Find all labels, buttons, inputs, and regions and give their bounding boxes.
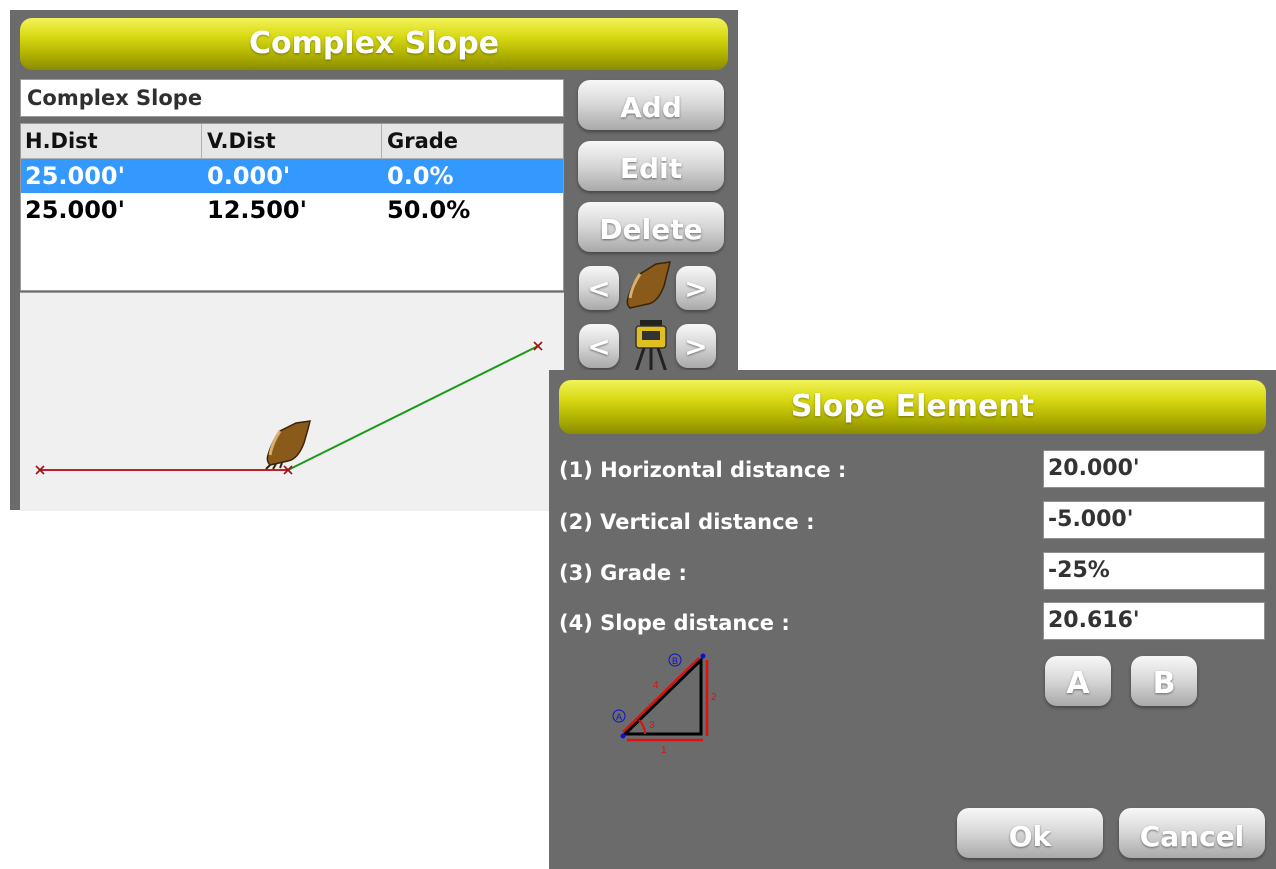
excavator-bucket-icon xyxy=(626,261,671,309)
triangle-outline xyxy=(621,656,703,736)
ok-button[interactable]: Ok xyxy=(957,808,1103,858)
column-header-grade[interactable]: Grade xyxy=(387,124,458,158)
slope-profile-drawing xyxy=(35,341,543,475)
vertical-distance-field[interactable]: -5.000' xyxy=(1043,501,1265,539)
add-button[interactable]: Add xyxy=(578,80,724,130)
horizontal-distance-field[interactable]: 20.000' xyxy=(1043,450,1265,488)
bucket-next-button[interactable]: > xyxy=(676,266,716,310)
column-header-v-dist[interactable]: V.Dist xyxy=(207,124,276,158)
cell-h-dist: 25.000' xyxy=(25,196,125,224)
slope-distance-field[interactable]: 20.616' xyxy=(1043,602,1265,640)
cell-grade: 50.0% xyxy=(387,196,471,224)
slope-name-field[interactable]: Complex Slope xyxy=(20,79,564,117)
table-header: H.Dist V.Dist Grade xyxy=(21,124,563,159)
slope-profile-view[interactable] xyxy=(20,292,564,511)
point-a-label: A xyxy=(616,712,622,722)
table-row[interactable]: 25.000' 0.000' 0.0% xyxy=(21,159,563,193)
grade-label: (3) Grade : xyxy=(559,561,687,585)
side-1-label: 1 xyxy=(661,745,667,756)
slope-triangle-diagram: A B 4 2 3 1 xyxy=(612,653,717,756)
instrument-prev-button[interactable]: < xyxy=(579,324,619,368)
side-4-line xyxy=(622,657,700,733)
bucket-prev-button[interactable]: < xyxy=(579,266,619,310)
slope-distance-label: (4) Slope distance : xyxy=(559,611,790,635)
column-divider xyxy=(381,124,382,158)
point-a-button[interactable]: A xyxy=(1045,656,1111,706)
cell-v-dist: 12.500' xyxy=(207,196,307,224)
cancel-button[interactable]: Cancel xyxy=(1119,808,1265,858)
angle-3-label: 3 xyxy=(649,720,655,731)
slope-element-dialog: Slope Element (1) Horizontal distance : … xyxy=(549,370,1276,869)
slope-element-title: Slope Element xyxy=(559,380,1266,434)
delete-button[interactable]: Delete xyxy=(578,202,724,252)
grade-field[interactable]: -25% xyxy=(1043,552,1265,590)
table-row[interactable]: 25.000' 12.500' 50.0% xyxy=(21,193,563,227)
cell-h-dist: 25.000' xyxy=(25,162,125,190)
point-a-dot xyxy=(620,733,626,739)
profile-node-marker xyxy=(533,341,543,351)
point-b-button[interactable]: B xyxy=(1131,656,1197,706)
grade-angle-arc xyxy=(638,719,646,735)
cell-v-dist: 0.000' xyxy=(207,162,291,190)
edit-button[interactable]: Edit xyxy=(578,141,724,191)
side-2-label: 2 xyxy=(711,692,717,703)
complex-slope-title: Complex Slope xyxy=(20,18,728,70)
cell-grade: 0.0% xyxy=(387,162,454,190)
column-header-h-dist[interactable]: H.Dist xyxy=(25,124,98,158)
total-station-icon xyxy=(634,320,668,372)
slope-elements-table: H.Dist V.Dist Grade 25.000' 0.000' 0.0% … xyxy=(20,123,564,291)
point-b-label: B xyxy=(672,656,678,666)
column-divider xyxy=(201,124,202,158)
side-4-label: 4 xyxy=(653,680,659,691)
point-b-dot xyxy=(700,653,706,659)
instrument-next-button[interactable]: > xyxy=(676,324,716,368)
vertical-distance-label: (2) Vertical distance : xyxy=(559,510,815,534)
profile-segment-2 xyxy=(287,345,539,471)
horizontal-distance-label: (1) Horizontal distance : xyxy=(559,458,847,482)
